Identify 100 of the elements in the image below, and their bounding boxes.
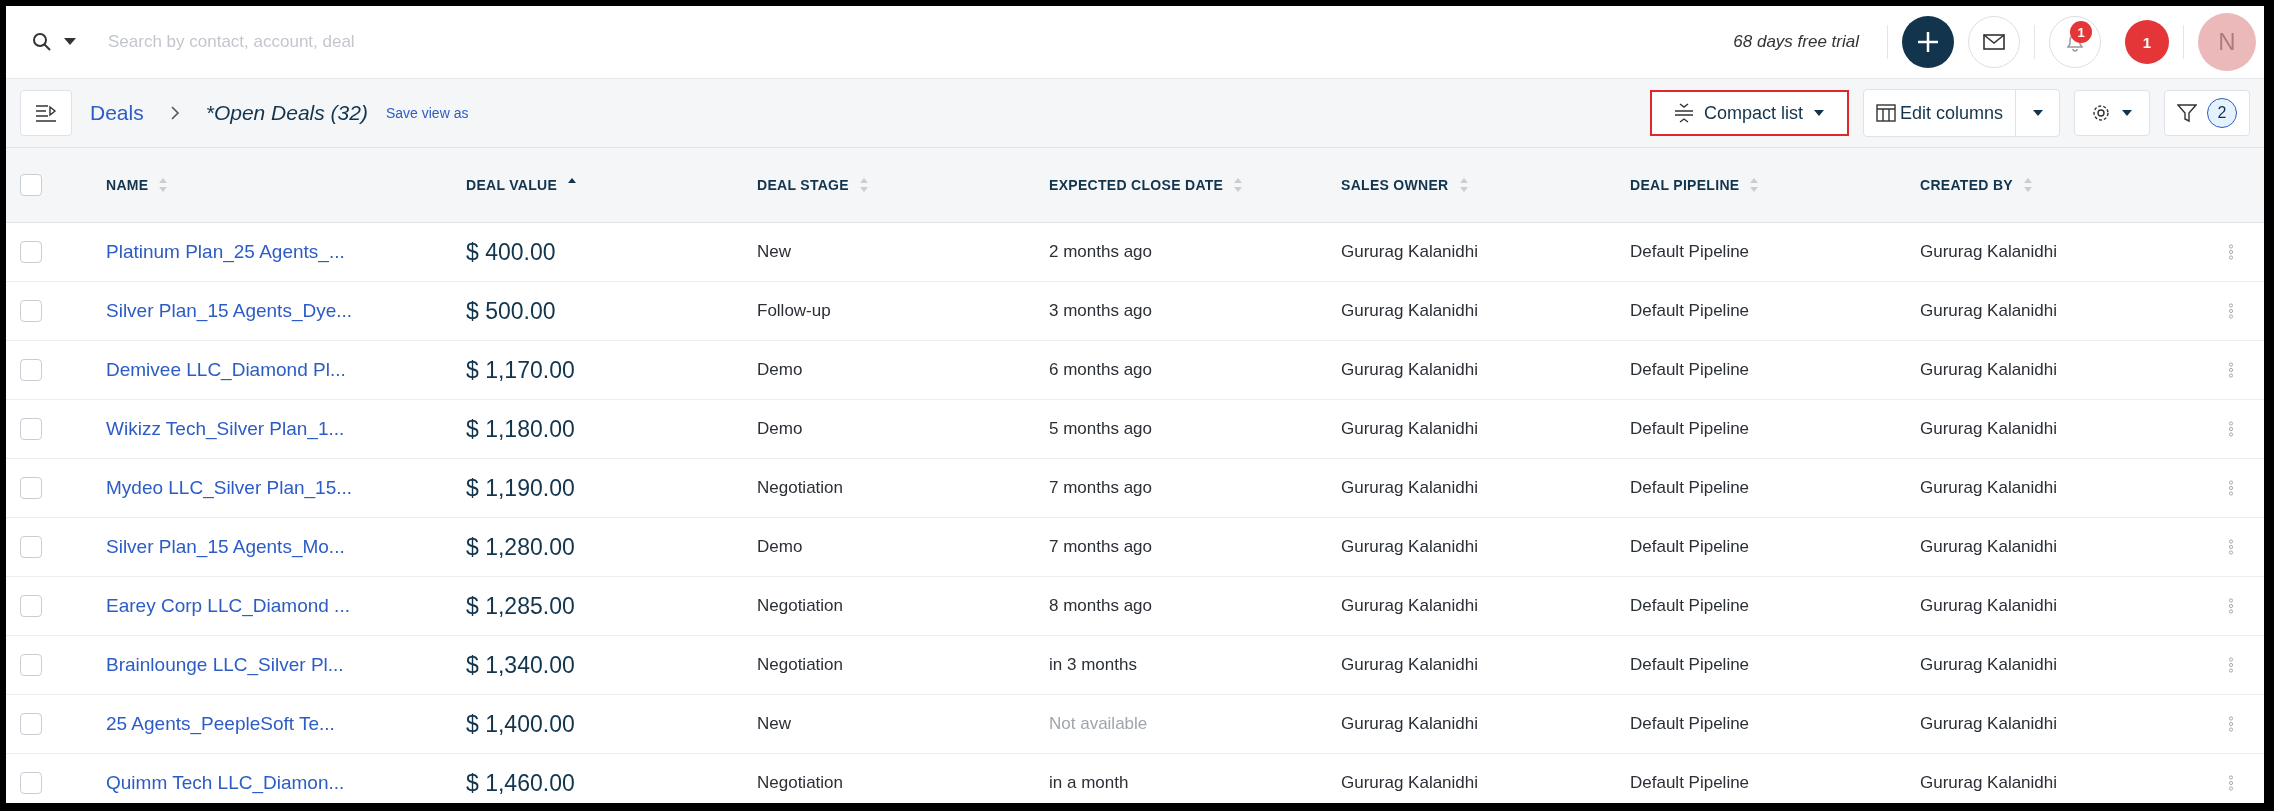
pipeline-cell: Default Pipeline (1630, 714, 1750, 733)
created-by-cell: Gururag Kalanidhi (1920, 301, 2058, 320)
breadcrumb-link[interactable]: Deals (90, 101, 144, 125)
deal-name-link[interactable]: Demivee LLC_Diamond Pl... (106, 359, 346, 380)
more-options-icon[interactable] (2228, 244, 2234, 260)
checkbox[interactable] (20, 174, 42, 196)
columns-icon (1875, 104, 1896, 122)
checkbox[interactable] (20, 772, 42, 794)
mail-icon (1983, 34, 2005, 50)
deal-value-cell: $ 500.00 (466, 297, 556, 324)
settings-button[interactable] (2074, 90, 2150, 136)
plus-icon (1916, 30, 1940, 54)
settings-icon (2091, 103, 2111, 123)
pipeline-cell: Default Pipeline (1630, 419, 1750, 438)
deal-value-cell: $ 1,340.00 (466, 651, 575, 678)
created-by-cell: Gururag Kalanidhi (1920, 596, 2058, 615)
search-icon[interactable] (32, 32, 52, 52)
created-by-cell: Gururag Kalanidhi (1920, 714, 2058, 733)
more-options-icon[interactable] (2228, 539, 2234, 555)
mail-button[interactable] (1968, 16, 2020, 68)
checkbox[interactable] (20, 536, 42, 558)
filter-icon (2177, 103, 2197, 123)
column-header[interactable]: DEAL PIPELINE (1630, 177, 1740, 193)
deal-name-link[interactable]: Silver Plan_15 Agents_Dye... (106, 300, 353, 321)
list-icon (35, 104, 57, 122)
notification-badge: 1 (2070, 21, 2092, 43)
more-options-icon[interactable] (2228, 480, 2234, 496)
search-field[interactable]: Search by contact, account, deal (106, 31, 810, 53)
checkbox[interactable] (20, 713, 42, 735)
deal-value-cell: $ 1,180.00 (466, 415, 575, 442)
more-options-icon[interactable] (2228, 421, 2234, 437)
pipeline-cell: Default Pipeline (1630, 360, 1750, 379)
pipeline-cell: Default Pipeline (1630, 242, 1750, 261)
more-options-icon[interactable] (2228, 362, 2234, 378)
sales-owner-cell: Gururag Kalanidhi (1341, 360, 1479, 379)
add-button[interactable] (1902, 16, 1954, 68)
deal-stage-cell: New (757, 242, 791, 261)
alert-count[interactable]: 1 (2125, 20, 2169, 64)
column-header[interactable]: NAME (106, 177, 149, 193)
checkbox[interactable] (20, 654, 42, 676)
deal-value-cell: $ 400.00 (466, 238, 556, 265)
caret-icon (2031, 109, 2044, 117)
sales-owner-cell: Gururag Kalanidhi (1341, 537, 1479, 556)
notifications-button[interactable]: 1 (2049, 16, 2101, 68)
more-options-icon[interactable] (2228, 303, 2234, 319)
pipeline-cell: Default Pipeline (1630, 537, 1750, 556)
more-options-icon[interactable] (2228, 775, 2234, 791)
pipeline-cell: Default Pipeline (1630, 301, 1750, 320)
deal-stage-cell: Demo (757, 537, 803, 556)
close-date-cell: 7 months ago (1049, 537, 1152, 556)
sales-owner-cell: Gururag Kalanidhi (1341, 419, 1479, 438)
checkbox[interactable] (20, 477, 42, 499)
checkbox[interactable] (20, 595, 42, 617)
deal-name-link[interactable]: Earey Corp LLC_Diamond ... (106, 595, 350, 616)
close-date-cell: in a month (1049, 773, 1129, 792)
view-mode-button[interactable]: Compact list (1649, 90, 1849, 136)
more-options-icon[interactable] (2228, 716, 2234, 732)
column-header[interactable]: EXPECTED CLOSE DATE (1049, 177, 1224, 193)
deal-name-link[interactable]: Quimm Tech LLC_Diamon... (106, 772, 345, 793)
deal-name-link[interactable]: Mydeo LLC_Silver Plan_15... (106, 477, 353, 498)
deal-name-link[interactable]: 25 Agents_PeepleSoft Te... (106, 713, 335, 734)
deal-stage-cell: Negotiation (757, 596, 843, 615)
deal-stage-cell: Negotiation (757, 478, 843, 497)
sidebar-toggle-button[interactable] (20, 90, 72, 136)
deal-value-cell: $ 1,400.00 (466, 710, 575, 737)
created-by-cell: Gururag Kalanidhi (1920, 773, 2058, 792)
caret-icon[interactable] (64, 38, 76, 46)
sales-owner-cell: Gururag Kalanidhi (1341, 655, 1479, 674)
checkbox[interactable] (20, 300, 42, 322)
filter-button[interactable]: 2 (2164, 90, 2250, 136)
close-date-cell: 7 months ago (1049, 478, 1152, 497)
pipeline-cell: Default Pipeline (1630, 596, 1750, 615)
column-header[interactable]: CREATED BY (1920, 177, 2013, 193)
checkbox[interactable] (20, 241, 42, 263)
caret-icon (2121, 109, 2133, 117)
close-date-cell: 3 months ago (1049, 301, 1152, 320)
more-options-icon[interactable] (2228, 598, 2234, 614)
created-by-cell: Gururag Kalanidhi (1920, 655, 2058, 674)
sales-owner-cell: Gururag Kalanidhi (1341, 478, 1479, 497)
sales-owner-cell: Gururag Kalanidhi (1341, 242, 1479, 261)
deal-name-link[interactable]: Platinum Plan_25 Agents_... (106, 241, 345, 262)
deal-name-link[interactable]: Silver Plan_15 Agents_Mo... (106, 536, 345, 557)
deal-value-cell: $ 1,170.00 (466, 356, 575, 383)
filter-count: 2 (2207, 98, 2237, 128)
more-options-icon[interactable] (2228, 657, 2234, 673)
sales-owner-cell: Gururag Kalanidhi (1341, 596, 1479, 615)
created-by-cell: Gururag Kalanidhi (1920, 478, 2058, 497)
checkbox[interactable] (20, 418, 42, 440)
column-header[interactable]: SALES OWNER (1341, 177, 1449, 193)
deal-name-link[interactable]: Wikizz Tech_Silver Plan_1... (106, 418, 345, 439)
column-header[interactable]: DEAL VALUE (466, 177, 558, 193)
close-date-cell: 2 months ago (1049, 242, 1152, 261)
deal-name-link[interactable]: Brainlounge LLC_Silver Pl... (106, 654, 344, 675)
deal-value-cell: $ 1,280.00 (466, 533, 575, 560)
column-header[interactable]: DEAL STAGE (757, 177, 849, 193)
save-view-link[interactable]: Save view as (385, 105, 469, 121)
deal-stage-cell: Demo (757, 419, 803, 438)
checkbox[interactable] (20, 359, 42, 381)
created-by-cell: Gururag Kalanidhi (1920, 242, 2058, 261)
pipeline-cell: Default Pipeline (1630, 655, 1750, 674)
